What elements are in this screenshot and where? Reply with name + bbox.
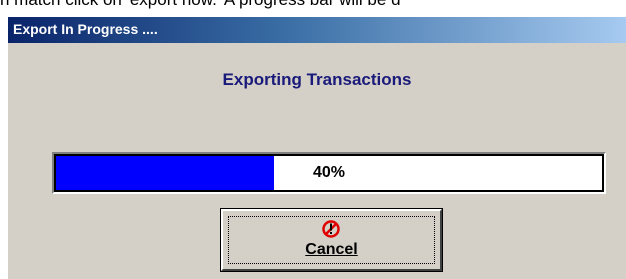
export-progress-dialog: Export In Progress .... Exporting Transa… <box>8 17 626 279</box>
dialog-titlebar[interactable]: Export In Progress .... <box>8 17 626 43</box>
background-caption-text: n match click on 'export now.' A progres… <box>0 0 626 12</box>
progress-track: 40% <box>54 154 604 192</box>
cancel-button[interactable]: Cancel <box>220 208 443 272</box>
progress-percent-label: 40% <box>312 164 346 181</box>
export-progress-bar: 40% <box>52 152 606 194</box>
page: n match click on 'export now.' A progres… <box>0 0 626 279</box>
dialog-title: Export In Progress .... <box>13 21 158 37</box>
export-heading: Exporting Transactions <box>222 70 412 89</box>
cancel-button-label: Cancel <box>305 241 358 258</box>
stop-cancel-icon <box>322 220 340 238</box>
